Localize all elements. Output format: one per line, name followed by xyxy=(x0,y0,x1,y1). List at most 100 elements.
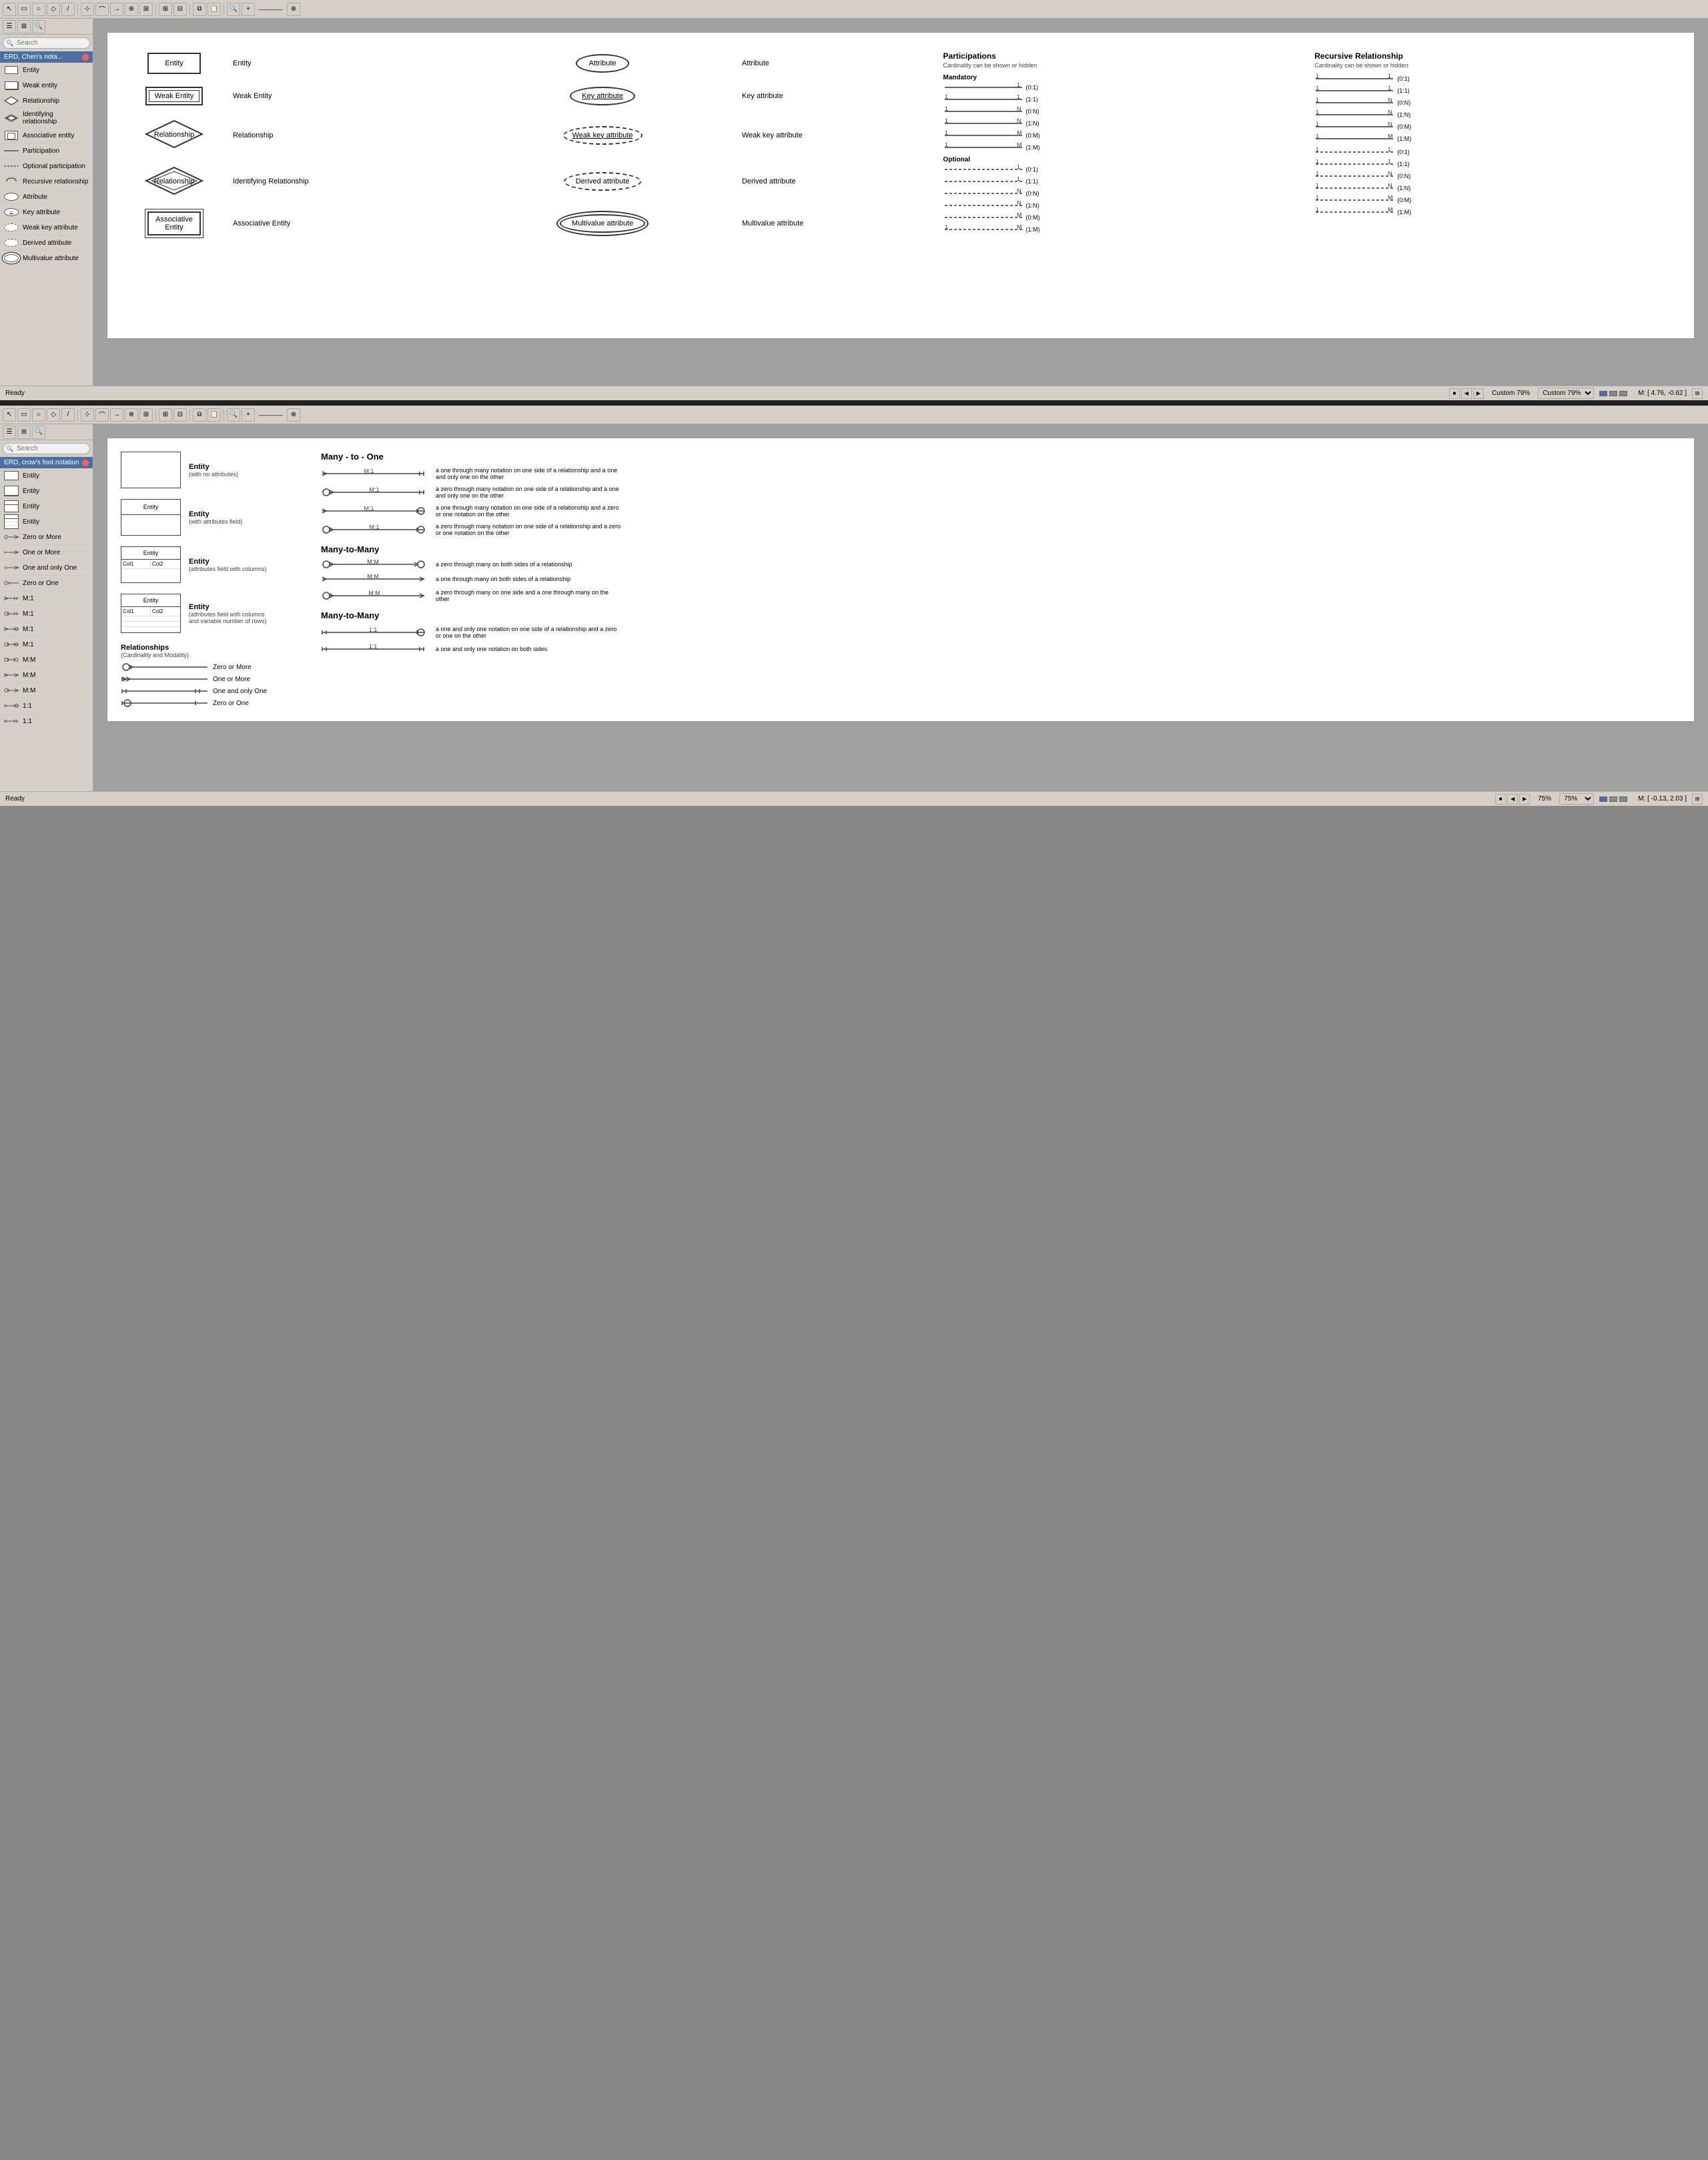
sidebar-item-derived[interactable]: Derived attribute xyxy=(0,235,93,251)
tb2-search[interactable]: 🔍 xyxy=(227,408,240,422)
sidebar2-zero-more[interactable]: Zero or More xyxy=(0,530,93,545)
toolbar-zoom-out-btn[interactable]: ⊕ xyxy=(287,3,300,16)
tb2-rect[interactable]: ▭ xyxy=(17,408,31,422)
page-prev-btn1[interactable]: ◀ xyxy=(1461,388,1472,399)
cf-entity2-icon xyxy=(4,486,19,496)
tb2-diamond[interactable]: ◇ xyxy=(47,408,60,422)
sidebar2-close[interactable] xyxy=(82,460,89,466)
sidebar2-entity2[interactable]: Entity xyxy=(0,484,93,499)
page-stop-btn2[interactable]: ■ xyxy=(1495,794,1506,804)
sep2-1 xyxy=(77,409,78,421)
sidebar2-mm-1[interactable]: M:M xyxy=(0,652,93,668)
line-svg-5: 1M xyxy=(943,131,1023,140)
sidebar-item-recursive[interactable]: Recursive relationship xyxy=(0,174,93,189)
tb2-line[interactable]: / xyxy=(61,408,75,422)
tb2-paste[interactable]: 📋 xyxy=(207,408,221,422)
canvas1[interactable]: Entity Entity Attribute Attribute Partic… xyxy=(93,19,1708,386)
tb2-zoom[interactable]: ⊞ xyxy=(139,408,153,422)
expand-btn2[interactable]: ⊞ xyxy=(1692,794,1703,804)
sidebar2-m1-2[interactable]: M:1 xyxy=(0,606,93,622)
sidebar-item-id-relationship[interactable]: Identifying relationship xyxy=(0,109,93,128)
tb2-ungroup[interactable]: ⊟ xyxy=(173,408,187,422)
toolbar-zoom-btn[interactable]: ⊞ xyxy=(139,3,153,16)
zoom-select1[interactable]: Custom 79% 100% 75% 50% xyxy=(1538,388,1594,399)
page-dot-2c[interactable] xyxy=(1619,796,1627,802)
sidebar-item-weak-entity[interactable]: Weak entity xyxy=(0,78,93,93)
toolbar-cursor-btn[interactable]: ↖ xyxy=(3,3,16,16)
sidebar2-11-2[interactable]: 1:1 xyxy=(0,714,93,729)
tb2-group[interactable]: ⊞ xyxy=(159,408,172,422)
sidebar2-m1-3[interactable]: M:1 xyxy=(0,622,93,637)
toolbar-select-btn[interactable]: ⊹ xyxy=(81,3,94,16)
toolbar-arrow-btn[interactable]: → xyxy=(110,3,123,16)
tb2-copy[interactable]: ⧉ xyxy=(193,408,206,422)
page-dot-1c[interactable] xyxy=(1619,391,1627,396)
toolbar-rect-btn[interactable]: ▭ xyxy=(17,3,31,16)
sidebar-item-multivalue[interactable]: Multivalue attribute xyxy=(0,251,93,266)
toolbar-paste-btn[interactable]: 📋 xyxy=(207,3,221,16)
toolbar-ungroup-btn[interactable]: ⊟ xyxy=(173,3,187,16)
sidebar2-zero-one[interactable]: Zero or One xyxy=(0,576,93,591)
tb2-zoom-out[interactable]: ⊕ xyxy=(287,408,300,422)
cf-entity-no-attr-box xyxy=(121,452,181,488)
tb2-arrow[interactable]: → xyxy=(110,408,123,422)
toolbar-diamond-btn[interactable]: ◇ xyxy=(47,3,60,16)
sidebar1-search-btn[interactable]: 🔍 xyxy=(32,20,45,33)
sidebar-item-participation[interactable]: Participation xyxy=(0,143,93,159)
search-input2[interactable] xyxy=(3,443,90,454)
tb2-connect[interactable]: ⌒ xyxy=(95,408,109,422)
sidebar-item-attribute[interactable]: Attribute xyxy=(0,189,93,205)
sidebar2-m1-4[interactable]: M:1 xyxy=(0,637,93,652)
toolbar-anchor-btn[interactable]: ⊕ xyxy=(125,3,138,16)
page-dot-2a[interactable] xyxy=(1599,796,1607,802)
svg-text:1: 1 xyxy=(1316,134,1319,139)
tb2-select[interactable]: ⊹ xyxy=(81,408,94,422)
11-svg-1: 1:1 xyxy=(321,628,428,637)
sidebar2-mm-3[interactable]: M:M xyxy=(0,683,93,698)
sidebar2-11-1[interactable]: 1:1 xyxy=(0,698,93,714)
weak-entity-label: Weak entity xyxy=(23,82,57,89)
sidebar2-list-btn[interactable]: ☰ xyxy=(3,426,16,439)
expand-btn1[interactable]: ⊞ xyxy=(1692,388,1703,399)
page-next-btn2[interactable]: ▶ xyxy=(1519,794,1530,804)
attribute-label: Attribute xyxy=(23,193,47,201)
sidebar-item-entity[interactable]: Entity xyxy=(0,63,93,78)
sidebar-item-assoc[interactable]: Associative entity xyxy=(0,128,93,143)
sidebar-item-key-attr[interactable]: — Key attribute xyxy=(0,205,93,220)
sidebar1-list-btn[interactable]: ☰ xyxy=(3,20,16,33)
toolbar-connect-btn[interactable]: ⌒ xyxy=(95,3,109,16)
sidebar1-close[interactable] xyxy=(82,54,89,61)
sidebar2-entity1[interactable]: Entity xyxy=(0,468,93,484)
tb2-anchor[interactable]: ⊕ xyxy=(125,408,138,422)
tb2-cursor[interactable]: ↖ xyxy=(3,408,16,422)
page-dot-1a[interactable] xyxy=(1599,391,1607,396)
page-stop-btn1[interactable]: ■ xyxy=(1449,388,1460,399)
toolbar-group-btn[interactable]: ⊞ xyxy=(159,3,172,16)
sidebar-item-opt-participation[interactable]: Optional participation xyxy=(0,159,93,174)
page-prev-btn2[interactable]: ◀ xyxy=(1507,794,1518,804)
toolbar-zoom-in-btn[interactable]: + xyxy=(242,3,255,16)
zoom-select2[interactable]: 75% 100% 50% xyxy=(1559,793,1594,804)
sidebar-item-weak-key[interactable]: Weak key attribute xyxy=(0,220,93,235)
toolbar-line-btn[interactable]: / xyxy=(61,3,75,16)
sidebar2-m1-1[interactable]: M:1 xyxy=(0,591,93,606)
sidebar1-grid-btn[interactable]: ⊞ xyxy=(17,20,31,33)
toolbar-circle-btn[interactable]: ○ xyxy=(32,3,45,16)
sidebar2-grid-btn[interactable]: ⊞ xyxy=(17,426,31,439)
sidebar2-one-only[interactable]: One and only One xyxy=(0,560,93,576)
page-next-btn1[interactable]: ▶ xyxy=(1473,388,1484,399)
sidebar2-one-more[interactable]: One or More xyxy=(0,545,93,560)
sidebar2-mm-2[interactable]: M:M xyxy=(0,668,93,683)
search-input1[interactable] xyxy=(3,37,90,49)
page-dot-1b[interactable] xyxy=(1609,391,1617,396)
sidebar-item-relationship[interactable]: Relationship xyxy=(0,93,93,109)
toolbar-search-btn[interactable]: 🔍 xyxy=(227,3,240,16)
sidebar2-entity4[interactable]: Entity xyxy=(0,514,93,530)
tb2-zoom-in[interactable]: + xyxy=(242,408,255,422)
sidebar2-entity3[interactable]: Entity xyxy=(0,499,93,514)
tb2-circle[interactable]: ○ xyxy=(32,408,45,422)
toolbar-copy-btn[interactable]: ⧉ xyxy=(193,3,206,16)
page-dot-2b[interactable] xyxy=(1609,796,1617,802)
canvas2[interactable]: Entity (with no attributes) Entity E xyxy=(93,424,1708,791)
sidebar2-search-btn[interactable]: 🔍 xyxy=(32,426,45,439)
